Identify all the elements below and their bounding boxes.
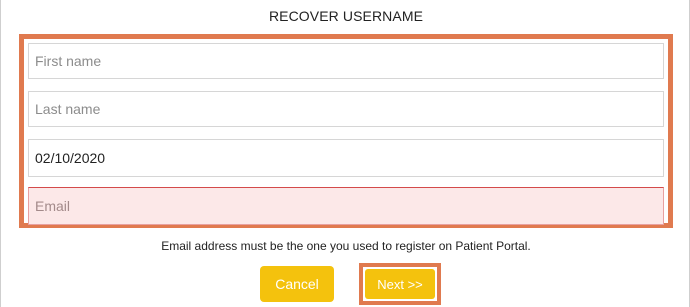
form-fields-group: First name Last name 02/10/2020 Email [19, 34, 673, 228]
cancel-button[interactable]: Cancel [260, 266, 334, 302]
email-placeholder: Email [35, 198, 71, 214]
next-button-highlight: Next >> [359, 263, 441, 305]
last-name-field[interactable]: Last name [28, 91, 664, 127]
first-name-field[interactable]: First name [28, 43, 664, 79]
email-note: Email address must be the one you used t… [161, 239, 531, 253]
last-name-placeholder: Last name [35, 101, 101, 117]
dialog-title: RECOVER USERNAME [268, 8, 424, 24]
email-field[interactable]: Email [28, 187, 664, 225]
next-button[interactable]: Next >> [365, 269, 435, 299]
recover-username-dialog: RECOVER USERNAME First name Last name 02… [0, 0, 690, 307]
date-of-birth-field[interactable]: 02/10/2020 [28, 139, 664, 177]
date-of-birth-value: 02/10/2020 [35, 150, 106, 166]
first-name-placeholder: First name [35, 53, 102, 69]
